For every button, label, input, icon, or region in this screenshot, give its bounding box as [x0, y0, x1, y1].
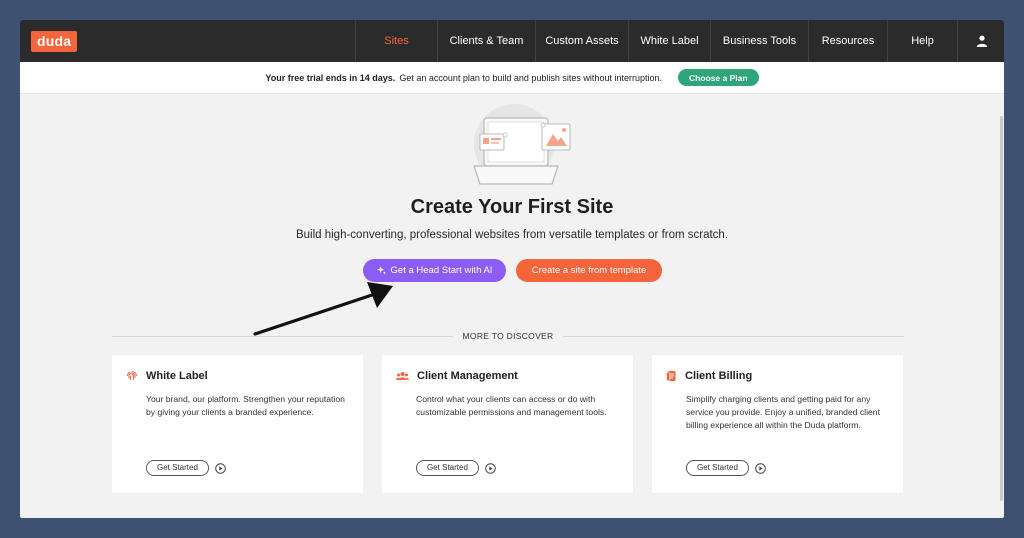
- play-video-icon[interactable]: [485, 462, 496, 474]
- user-icon: [976, 35, 987, 47]
- nav-item-business-tools[interactable]: Business Tools: [710, 20, 808, 62]
- divider-line: [112, 335, 453, 337]
- app-window: duda Sites Clients & Team Custom Assets …: [20, 20, 1004, 518]
- nav-items: Sites Clients & Team Custom Assets White…: [355, 20, 1004, 62]
- play-video-icon[interactable]: [755, 462, 766, 474]
- divider-line: [563, 335, 905, 337]
- nav-item-resources[interactable]: Resources: [808, 20, 887, 62]
- fingerprint-icon: [127, 371, 137, 380]
- page-title: Create Your First Site: [410, 196, 614, 218]
- top-nav: duda Sites Clients & Team Custom Assets …: [20, 20, 1004, 62]
- client-management-card: Client Management Control what your clie…: [382, 355, 633, 493]
- scrollbar[interactable]: [1000, 116, 1003, 501]
- card-title: Client Billing: [685, 370, 753, 382]
- more-to-discover-label: MORE TO DISCOVER: [462, 331, 554, 341]
- card-description: Your brand, our platform. Strengthen you…: [146, 394, 345, 417]
- card-title: Client Management: [417, 370, 518, 382]
- trial-banner-bold: Your free trial ends in 14 days.: [265, 72, 396, 83]
- duda-logo[interactable]: duda: [31, 31, 78, 52]
- trial-banner: Your free trial ends in 14 days. Get an …: [20, 62, 1004, 94]
- get-started-button[interactable]: Get Started: [146, 460, 209, 476]
- more-to-discover-divider: MORE TO DISCOVER: [112, 330, 905, 342]
- card-header: White Label: [126, 370, 208, 382]
- get-started-button[interactable]: Get Started: [686, 460, 749, 476]
- trial-banner-text: Get an account plan to build and publish…: [399, 72, 662, 83]
- page-subtitle: Build high-converting, professional webs…: [295, 229, 729, 241]
- card-header: Client Billing: [666, 370, 752, 382]
- team-icon: [396, 372, 409, 380]
- nav-item-help[interactable]: Help: [887, 20, 957, 62]
- laptop-illustration-icon: [473, 104, 571, 185]
- invoice-icon: [666, 371, 676, 381]
- create-from-template-button[interactable]: Create a site from template: [516, 259, 662, 282]
- nav-item-custom-assets[interactable]: Custom Assets: [535, 20, 628, 62]
- white-label-card: White Label Your brand, our platform. St…: [112, 355, 363, 493]
- annotation-arrow-icon: [253, 282, 393, 336]
- play-video-icon[interactable]: [215, 462, 226, 474]
- card-description: Control what your clients can access or …: [416, 394, 607, 417]
- card-header: Client Management: [396, 370, 518, 382]
- card-title: White Label: [146, 370, 208, 382]
- nav-item-white-label[interactable]: White Label: [628, 20, 710, 62]
- nav-item-sites[interactable]: Sites: [355, 20, 437, 62]
- client-billing-card: Client Billing Simplify charging clients…: [652, 355, 903, 493]
- get-started-button[interactable]: Get Started: [416, 460, 479, 476]
- card-actions: Get Started: [686, 460, 766, 476]
- choose-plan-button[interactable]: Choose a Plan: [677, 69, 759, 86]
- sparkle-icon: [376, 266, 386, 275]
- card-actions: Get Started: [416, 460, 496, 476]
- card-description: Simplify charging clients and getting pa…: [686, 394, 880, 430]
- card-actions: Get Started: [146, 460, 226, 476]
- ai-head-start-label: Get a Head Start with AI: [390, 265, 493, 276]
- user-menu-button[interactable]: [957, 20, 1004, 62]
- nav-item-clients-team[interactable]: Clients & Team: [437, 20, 535, 62]
